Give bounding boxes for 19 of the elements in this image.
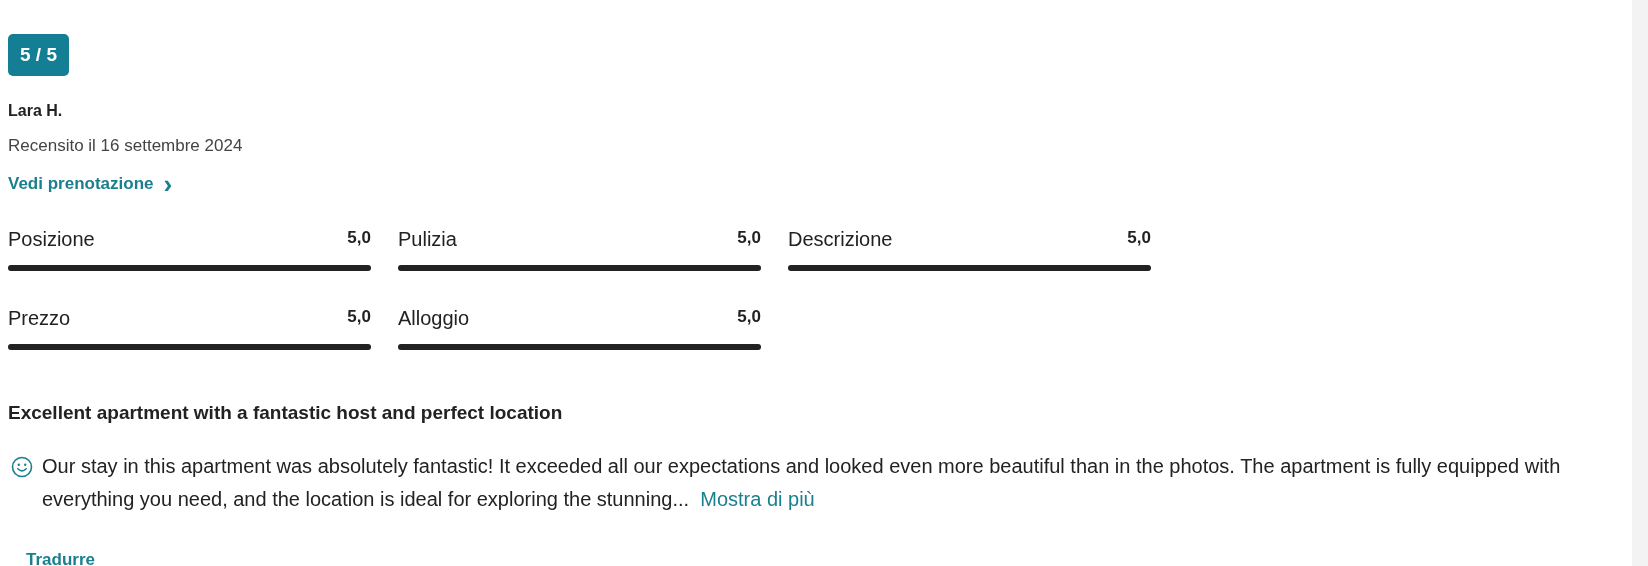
translate-link[interactable]: Tradurre xyxy=(26,550,95,566)
score-label: Prezzo xyxy=(8,307,71,330)
view-booking-link[interactable]: Vedi prenotazione › xyxy=(8,174,173,194)
review-title: Excellent apartment with a fantastic host and perfect location xyxy=(8,402,563,424)
reviewer-name: Lara H. xyxy=(8,102,63,120)
score-label: Posizione xyxy=(8,228,95,251)
review-text: Our stay in this apartment was absolutely fantastic! It exceeded all our expectations and looked even more beautiful than in the photos. The apartment is fully equipped with everything you need, and the location is ideal for exploring the stunning... Mostra di più xyxy=(42,454,1562,512)
review-date: Recensito il 16 settembre 2024 xyxy=(8,136,243,156)
score-value: 5,0 xyxy=(737,307,761,327)
score-label: Pulizia xyxy=(398,228,457,251)
score-value: 5,0 xyxy=(347,228,371,248)
score-value: 5,0 xyxy=(737,228,761,248)
score-value: 5,0 xyxy=(347,307,371,327)
score-label: Descrizione xyxy=(788,228,893,251)
smiley-icon xyxy=(11,456,33,478)
show-more-link[interactable]: Mostra di più xyxy=(700,488,815,510)
score-label: Alloggio xyxy=(398,307,470,330)
score-value: 5,0 xyxy=(1127,228,1151,248)
score-badge: 5 / 5 xyxy=(8,34,69,76)
